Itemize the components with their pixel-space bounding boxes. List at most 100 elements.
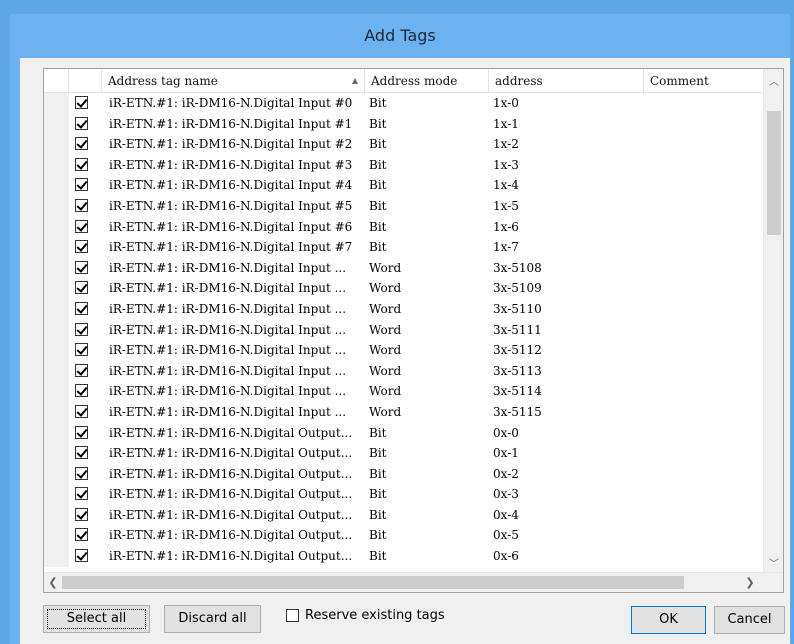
cell-address[interactable]: 1x-7 xyxy=(493,237,643,258)
cell-address[interactable]: 1x-4 xyxy=(493,175,643,196)
cell-address-tag-name[interactable]: iR-ETN.#1: iR-DM16-N.Digital Input #5 xyxy=(109,196,365,217)
cell-address[interactable]: 3x-5111 xyxy=(493,320,643,341)
cell-address-mode[interactable]: Bit xyxy=(369,175,489,196)
cell-address-mode[interactable]: Bit xyxy=(369,217,489,238)
row-checkbox[interactable] xyxy=(75,507,88,521)
row-checkbox[interactable] xyxy=(75,343,88,357)
cell-address-tag-name[interactable]: iR-ETN.#1: iR-DM16-N.Digital Output... xyxy=(109,546,365,567)
chevron-left-icon[interactable]: ❮ xyxy=(47,576,59,589)
row-header[interactable] xyxy=(44,93,69,114)
table-row[interactable]: iR-ETN.#1: iR-DM16-N.Digital Output... Bi… xyxy=(44,422,764,444)
cell-address-mode[interactable]: Bit xyxy=(369,464,489,485)
cell-address-tag-name[interactable]: iR-ETN.#1: iR-DM16-N.Digital Input #0 xyxy=(109,93,365,114)
cell-address-tag-name[interactable]: iR-ETN.#1: iR-DM16-N.Digital Output... xyxy=(109,484,365,505)
row-header[interactable] xyxy=(44,216,69,238)
column-header-address[interactable]: address xyxy=(489,69,644,93)
chevron-down-icon[interactable]: ﹀ xyxy=(764,555,783,570)
row-header[interactable] xyxy=(44,195,69,217)
row-header[interactable] xyxy=(44,134,69,155)
row-header[interactable] xyxy=(44,443,69,464)
row-header[interactable] xyxy=(44,340,69,361)
cell-address-mode[interactable]: Bit xyxy=(369,196,489,217)
table-row[interactable]: iR-ETN.#1: iR-DM16-N.Digital Input #5 Bit… xyxy=(44,195,764,217)
row-header[interactable] xyxy=(44,422,69,444)
cell-address-mode[interactable]: Word xyxy=(369,381,489,402)
cell-address-mode[interactable]: Word xyxy=(369,361,489,382)
row-header[interactable] xyxy=(44,175,69,196)
cell-address-tag-name[interactable]: iR-ETN.#1: iR-DM16-N.Digital Input ... xyxy=(109,402,365,423)
chevron-up-icon[interactable]: ︿ xyxy=(764,73,783,88)
cell-address-tag-name[interactable]: iR-ETN.#1: iR-DM16-N.Digital Output... xyxy=(109,505,365,526)
cell-address[interactable]: 1x-5 xyxy=(493,196,643,217)
table-row[interactable]: iR-ETN.#1: iR-DM16-N.Digital Input #2 Bit… xyxy=(44,134,764,155)
ok-button[interactable]: OK xyxy=(631,606,706,634)
cell-address-tag-name[interactable]: iR-ETN.#1: iR-DM16-N.Digital Output... xyxy=(109,464,365,485)
column-header-address-mode[interactable]: Address mode xyxy=(365,69,489,93)
cell-address[interactable]: 3x-5113 xyxy=(493,361,643,382)
column-header-address-tag-name[interactable]: Address tag name ▲ xyxy=(102,69,365,93)
table-row[interactable]: iR-ETN.#1: iR-DM16-N.Digital Output... Bi… xyxy=(44,504,764,526)
table-row[interactable]: iR-ETN.#1: iR-DM16-N.Digital Input ... Wo… xyxy=(44,257,764,279)
cell-address-mode[interactable]: Bit xyxy=(369,546,489,567)
cell-address-mode[interactable]: Bit xyxy=(369,505,489,526)
cell-address[interactable]: 1x-0 xyxy=(493,93,643,114)
cell-address-mode[interactable]: Bit xyxy=(369,237,489,258)
row-checkbox[interactable] xyxy=(75,157,88,171)
row-header[interactable] xyxy=(44,381,69,402)
cell-address[interactable]: 0x-4 xyxy=(493,505,643,526)
table-row[interactable]: iR-ETN.#1: iR-DM16-N.Digital Input ... Wo… xyxy=(44,401,764,423)
cell-address[interactable]: 0x-3 xyxy=(493,484,643,505)
cell-address-mode[interactable]: Word xyxy=(369,340,489,361)
cell-address-tag-name[interactable]: iR-ETN.#1: iR-DM16-N.Digital Input #6 xyxy=(109,217,365,238)
row-header[interactable] xyxy=(44,360,69,382)
row-checkbox[interactable] xyxy=(75,384,88,398)
cell-address-tag-name[interactable]: iR-ETN.#1: iR-DM16-N.Digital Input ... xyxy=(109,299,365,320)
cell-address-tag-name[interactable]: iR-ETN.#1: iR-DM16-N.Digital Input ... xyxy=(109,361,365,382)
cell-address-tag-name[interactable]: iR-ETN.#1: iR-DM16-N.Digital Input ... xyxy=(109,320,365,341)
table-row[interactable]: iR-ETN.#1: iR-DM16-N.Digital Input #0 Bit… xyxy=(44,93,764,114)
cell-address-tag-name[interactable]: iR-ETN.#1: iR-DM16-N.Digital Input #3 xyxy=(109,155,365,176)
row-checkbox[interactable] xyxy=(75,260,88,274)
row-header[interactable] xyxy=(44,257,69,279)
row-header[interactable] xyxy=(44,278,69,299)
table-row[interactable]: iR-ETN.#1: iR-DM16-N.Digital Output... Bi… xyxy=(44,443,764,464)
row-header[interactable] xyxy=(44,298,69,320)
cell-address[interactable]: 0x-0 xyxy=(493,423,643,444)
row-checkbox[interactable] xyxy=(75,487,88,501)
table-row[interactable]: iR-ETN.#1: iR-DM16-N.Digital Input ... Wo… xyxy=(44,381,764,402)
cell-address-mode[interactable]: Word xyxy=(369,258,489,279)
cell-address-tag-name[interactable]: iR-ETN.#1: iR-DM16-N.Digital Input #1 xyxy=(109,114,365,135)
row-header[interactable] xyxy=(44,463,69,485)
table-row[interactable]: iR-ETN.#1: iR-DM16-N.Digital Input #7 Bit… xyxy=(44,237,764,258)
cell-address-mode[interactable]: Bit xyxy=(369,443,489,464)
table-row[interactable]: iR-ETN.#1: iR-DM16-N.Digital Input #1 Bit… xyxy=(44,113,764,135)
table-row[interactable]: iR-ETN.#1: iR-DM16-N.Digital Input #4 Bit… xyxy=(44,175,764,196)
column-header-comment[interactable]: Comment xyxy=(644,69,764,93)
cell-address[interactable]: 1x-1 xyxy=(493,114,643,135)
cell-address[interactable]: 0x-1 xyxy=(493,443,643,464)
cell-address[interactable]: 1x-2 xyxy=(493,134,643,155)
row-header[interactable] xyxy=(44,401,69,423)
row-checkbox[interactable] xyxy=(75,528,88,542)
cell-address[interactable]: 0x-6 xyxy=(493,546,643,567)
chevron-right-icon[interactable]: ❯ xyxy=(744,576,756,589)
row-checkbox[interactable] xyxy=(75,240,88,254)
cell-address-mode[interactable]: Bit xyxy=(369,134,489,155)
row-checkbox[interactable] xyxy=(75,466,88,480)
row-checkbox[interactable] xyxy=(75,281,88,295)
row-checkbox[interactable] xyxy=(75,198,88,212)
cell-address[interactable]: 0x-5 xyxy=(493,525,643,546)
table-row[interactable]: iR-ETN.#1: iR-DM16-N.Digital Output... Bi… xyxy=(44,484,764,505)
cell-address-mode[interactable]: Bit xyxy=(369,525,489,546)
cancel-button[interactable]: Cancel xyxy=(714,606,785,634)
row-header[interactable] xyxy=(44,546,69,567)
row-checkbox[interactable] xyxy=(75,137,88,151)
cell-address-mode[interactable]: Bit xyxy=(369,423,489,444)
cell-address-tag-name[interactable]: iR-ETN.#1: iR-DM16-N.Digital Input ... xyxy=(109,278,365,299)
cell-address[interactable]: 3x-5109 xyxy=(493,278,643,299)
table-row[interactable]: iR-ETN.#1: iR-DM16-N.Digital Output... Bi… xyxy=(44,546,764,567)
select-all-button[interactable]: Select all xyxy=(43,605,150,633)
table-row[interactable]: iR-ETN.#1: iR-DM16-N.Digital Input #6 Bit… xyxy=(44,216,764,238)
row-checkbox[interactable] xyxy=(75,96,88,109)
cell-address-tag-name[interactable]: iR-ETN.#1: iR-DM16-N.Digital Input #4 xyxy=(109,175,365,196)
